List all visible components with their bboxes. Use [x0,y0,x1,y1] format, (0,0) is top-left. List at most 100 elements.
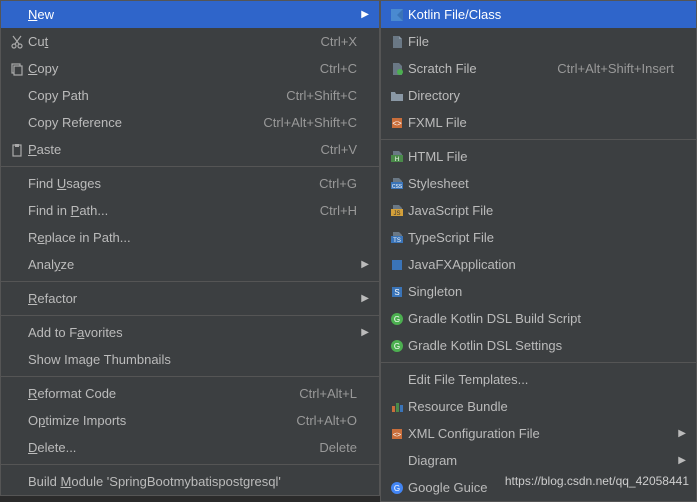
svg-text:<>: <> [393,432,401,439]
left-menu-item-paste[interactable]: PasteCtrl+V [1,136,379,163]
menu-item-label: XML Configuration File [408,426,674,441]
right-menu-item-gradle-kotlin-dsl-settings[interactable]: GGradle Kotlin DSL Settings [381,332,696,359]
left-menu-item-optimize-imports[interactable]: Optimize ImportsCtrl+Alt+O [1,407,379,434]
menu-item-label: Stylesheet [408,176,674,191]
menu-item-label: TypeScript File [408,230,674,245]
left-menu-item-build-module-springbootmybatispostgresql[interactable]: Build Module 'SpringBootmybatispostgresq… [1,468,379,495]
right-menu-item-javafxapplication[interactable]: JavaFXApplication [381,251,696,278]
copy-icon [6,62,28,76]
right-menu-item-resource-bundle[interactable]: Resource Bundle [381,393,696,420]
svg-text:G: G [394,484,400,493]
left-menu-item-find-in-path[interactable]: Find in Path... Ctrl+H [1,197,379,224]
submenu-arrow-icon: ▶ [674,455,686,466]
menu-item-shortcut: Ctrl+Shift+C [286,88,357,103]
left-menu-item-reformat-code[interactable]: Reformat CodeCtrl+Alt+L [1,380,379,407]
left-menu-item-analyze[interactable]: Analyze▶ [1,251,379,278]
left-menu-item-new[interactable]: New▶ [1,1,379,28]
menu-item-label: Refactor [28,291,357,306]
menu-item-shortcut: Ctrl+C [320,61,357,76]
menu-separator [1,281,379,282]
left-menu-item-copy-reference[interactable]: Copy Reference Ctrl+Alt+Shift+C [1,109,379,136]
singleton-icon: S [386,285,408,299]
right-menu-item-stylesheet[interactable]: CSSStylesheet [381,170,696,197]
kotlin-icon [386,8,408,22]
right-menu-item-gradle-kotlin-dsl-build-script[interactable]: G Gradle Kotlin DSL Build Script [381,305,696,332]
menu-item-shortcut: Ctrl+V [321,142,357,157]
file-icon [386,35,408,49]
menu-item-label: Copy Path [28,88,266,103]
svg-text:S: S [394,288,399,297]
menu-item-label: Directory [408,88,674,103]
gradle-icon: G [386,312,408,326]
menu-separator [1,376,379,377]
right-menu-item-typescript-file[interactable]: TS TypeScript File [381,224,696,251]
svg-text:G: G [394,315,400,324]
menu-item-label: JavaFXApplication [408,257,674,272]
menu-item-label: New [28,7,357,22]
menu-item-label: Scratch File [408,61,537,76]
context-menu-left: New▶CutCtrl+XCopyCtrl+CCopy PathCtrl+Shi… [0,0,380,496]
menu-item-label: FXML File [408,115,674,130]
menu-item-label: Copy Reference [28,115,243,130]
folder-icon [386,89,408,103]
left-menu-item-find-usages[interactable]: Find UsagesCtrl+G [1,170,379,197]
resource-icon [386,400,408,414]
right-menu-item-edit-file-templates[interactable]: Edit File Templates... [381,366,696,393]
context-menu-right: Kotlin File/Class File Scratch FileCtrl+Al… [380,0,697,502]
js-icon: JS [386,204,408,218]
left-menu-item-copy[interactable]: Copy Ctrl+C [1,55,379,82]
submenu-arrow-icon: ▶ [357,293,369,304]
paste-icon [6,143,28,157]
menu-item-shortcut: Ctrl+Alt+Shift+C [263,115,357,130]
menu-item-label: Find in Path... [28,203,300,218]
menu-separator [1,166,379,167]
menu-item-shortcut: Delete [319,440,357,455]
menu-item-label: Gradle Kotlin DSL Build Script [408,311,674,326]
submenu-arrow-icon: ▶ [357,9,369,20]
menu-item-shortcut: Ctrl+G [319,176,357,191]
css-icon: CSS [386,177,408,191]
right-menu-item-html-file[interactable]: HHTML File [381,143,696,170]
submenu-arrow-icon: ▶ [357,259,369,270]
right-menu-item-xml-configuration-file[interactable]: <>XML Configuration File▶ [381,420,696,447]
left-menu-item-add-to-favorites[interactable]: Add to Favorites▶ [1,319,379,346]
menu-item-label: Optimize Imports [28,413,276,428]
gradle-icon: G [386,339,408,353]
right-menu-item-file[interactable]: File [381,28,696,55]
menu-item-label: Singleton [408,284,674,299]
svg-text:<>: <> [392,119,402,128]
menu-item-label: Reformat Code [28,386,279,401]
right-menu-item-scratch-file[interactable]: Scratch FileCtrl+Alt+Shift+Insert [381,55,696,82]
fxml-icon: <> [386,116,408,130]
xml-icon: <> [386,427,408,441]
svg-text:G: G [394,342,400,351]
watermark-text: https://blog.csdn.net/qq_42058441 [505,474,689,488]
svg-text:TS: TS [393,238,401,244]
right-menu-item-kotlin-file-class[interactable]: Kotlin File/Class [381,1,696,28]
right-menu-item-fxml-file[interactable]: <> FXML File [381,109,696,136]
left-menu-item-show-image-thumbnails[interactable]: Show Image Thumbnails [1,346,379,373]
left-menu-item-copy-path[interactable]: Copy Path Ctrl+Shift+C [1,82,379,109]
scratch-icon [386,62,408,76]
left-menu-item-cut[interactable]: Cut Ctrl+X [1,28,379,55]
svg-text:JS: JS [393,211,400,217]
right-menu-item-singleton[interactable]: S Singleton [381,278,696,305]
menu-item-label: Build Module 'SpringBootmybatispostgresq… [28,474,357,489]
menu-item-label: Copy [28,61,300,76]
menu-item-label: Cut [28,34,301,49]
right-menu-item-diagram[interactable]: Diagram▶ [381,447,696,474]
jfx-icon [386,258,408,272]
menu-item-label: Diagram [408,453,674,468]
menu-item-label: File [408,34,674,49]
menu-item-label: Kotlin File/Class [408,7,674,22]
menu-separator [1,315,379,316]
right-menu-item-directory[interactable]: Directory [381,82,696,109]
menu-separator [381,139,696,140]
left-menu-item-delete[interactable]: Delete...Delete [1,434,379,461]
right-menu-item-javascript-file[interactable]: JSJavaScript File [381,197,696,224]
left-menu-item-refactor[interactable]: Refactor▶ [1,285,379,312]
left-menu-item-replace-in-path[interactable]: Replace in Path... [1,224,379,251]
menu-item-shortcut: Ctrl+X [321,34,357,49]
menu-item-shortcut: Ctrl+H [320,203,357,218]
menu-separator [381,362,696,363]
